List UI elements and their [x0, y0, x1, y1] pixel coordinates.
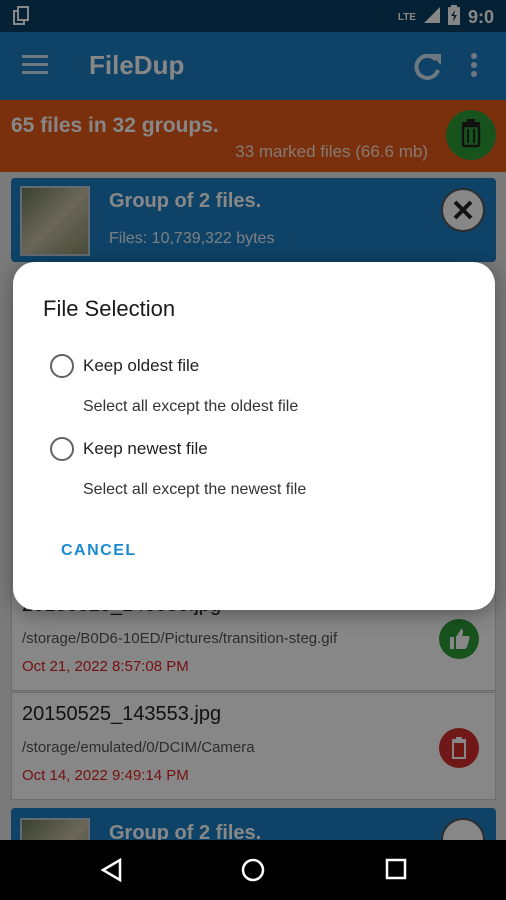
back-icon[interactable]	[100, 857, 122, 887]
recents-icon[interactable]	[385, 858, 407, 885]
option-keep-newest[interactable]: Keep newest file Select all except the n…	[50, 437, 470, 507]
cancel-button[interactable]: CANCEL	[61, 542, 137, 560]
navigation-bar	[0, 840, 506, 900]
option-description: Select all except the newest file	[83, 481, 307, 498]
home-icon[interactable]	[241, 858, 265, 887]
radio-button[interactable]	[50, 354, 74, 378]
dialog-title: File Selection	[43, 296, 176, 321]
option-label: Keep newest file	[83, 439, 208, 458]
radio-button[interactable]	[50, 437, 74, 461]
option-label: Keep oldest file	[83, 356, 200, 375]
file-selection-dialog: File Selection Keep oldest file Select a…	[13, 262, 495, 610]
option-keep-oldest[interactable]: Keep oldest file Select all except the o…	[50, 354, 470, 424]
option-description: Select all except the oldest file	[83, 398, 299, 415]
